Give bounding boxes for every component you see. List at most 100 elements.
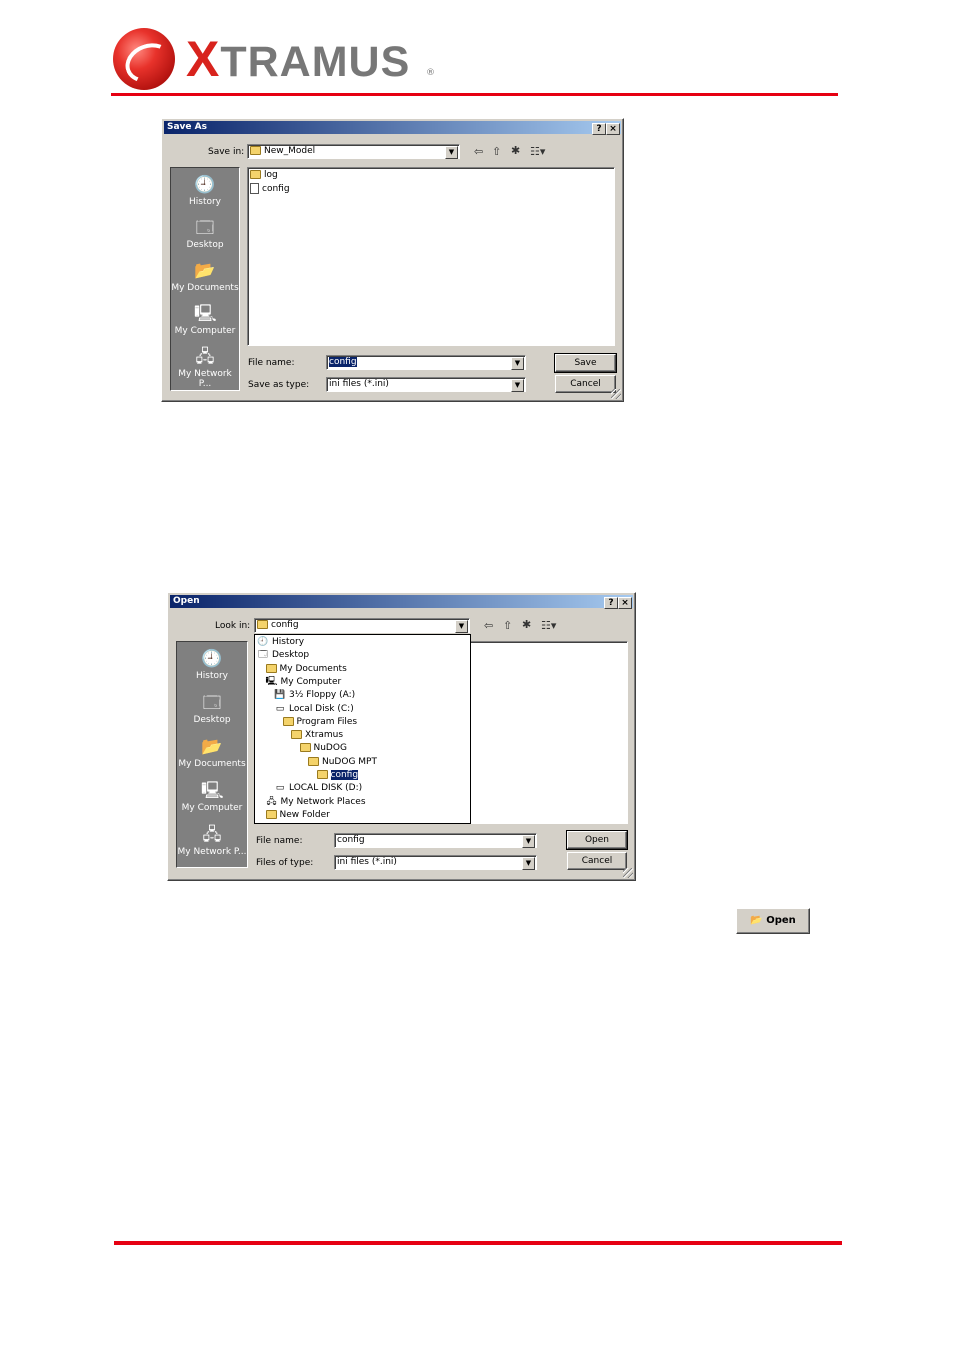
tree-item[interactable]: 🖳 My Computer — [266, 676, 342, 688]
tree-item[interactable]: My Documents — [265, 663, 347, 675]
close-button[interactable]: × — [618, 597, 632, 609]
file-name-value: config — [329, 357, 357, 367]
tree-item-label: LOCAL DISK (D:) — [289, 783, 363, 794]
place-desktop[interactable]: 🗔 Desktop — [171, 218, 239, 250]
list-item[interactable]: config — [250, 183, 290, 194]
file-name-input[interactable]: config ▼ — [334, 833, 537, 848]
place-network[interactable]: 🖧 My Network P... — [171, 347, 239, 389]
tree-item[interactable]: ▭ Local Disk (C:) — [274, 703, 354, 715]
tree-item[interactable]: 🗔 Desktop — [257, 649, 309, 661]
open-toolbar-button-label: Open — [766, 915, 796, 926]
look-in-dropdown[interactable]: 🕘 History 🗔 Desktop My Documents 🖳 My Computer… — [254, 634, 471, 824]
disk-icon: ▭ — [275, 783, 285, 794]
place-label: My Documents — [178, 759, 246, 769]
tree-item[interactable]: NuDOG MPT — [308, 756, 377, 768]
history-icon: 🕘 — [201, 649, 223, 669]
xtramus-logo-text: XTRAMUS — [186, 34, 411, 86]
file-name-label: File name: — [248, 358, 295, 368]
history-icon: 🕘 — [257, 637, 269, 647]
cancel-button[interactable]: Cancel — [567, 852, 627, 870]
place-my-computer[interactable]: 🖳 My Computer — [177, 781, 247, 813]
places-bar: 🕘 History 🗔 Desktop 📂 My Documents 🖳 My Comp… — [176, 641, 248, 868]
my-documents-icon: 📂 — [194, 261, 216, 281]
new-folder-icon[interactable]: ✱ — [522, 619, 531, 631]
open-dialog: Open ? × Look in: config ▼ ⇦ ⇧ ✱ ☷▾ 🕘 His… — [167, 592, 636, 881]
save-in-label: Save in: — [208, 147, 245, 157]
place-label: Desktop — [186, 240, 224, 250]
open-button[interactable]: Open — [566, 830, 628, 850]
place-my-computer[interactable]: 🖳 My Computer — [171, 304, 239, 336]
new-folder-icon[interactable]: ✱ — [511, 145, 520, 157]
tree-item[interactable]: Xtramus — [291, 729, 343, 741]
tree-item-label: NuDOG — [313, 743, 347, 754]
disk-icon: ▭ — [275, 703, 285, 714]
help-button[interactable]: ? — [592, 123, 606, 135]
list-item[interactable]: log — [250, 170, 278, 180]
place-history[interactable]: 🕘 History — [177, 649, 247, 681]
chevron-down-icon[interactable]: ▼ — [511, 357, 524, 370]
file-type-select[interactable]: ini files (*.ini) ▼ — [334, 855, 537, 870]
save-in-value: New_Model — [264, 146, 316, 156]
view-menu-icon[interactable]: ☷▾ — [530, 146, 545, 158]
save-in-combo[interactable]: New_Model ▼ — [247, 144, 460, 159]
registered-mark: ® — [426, 68, 435, 78]
chevron-down-icon[interactable]: ▼ — [522, 835, 535, 848]
save-button[interactable]: Save — [554, 353, 617, 373]
up-folder-icon[interactable]: ⇧ — [503, 620, 512, 632]
back-icon[interactable]: ⇦ — [474, 146, 483, 158]
tree-item[interactable]: config — [316, 769, 359, 781]
file-list[interactable]: log config — [247, 167, 615, 346]
tree-item[interactable]: New Folder — [265, 809, 330, 821]
view-menu-icon[interactable]: ☷▾ — [541, 620, 556, 632]
header-rule — [111, 93, 838, 96]
folder-icon — [250, 170, 261, 179]
save-as-title: Save As — [167, 122, 207, 132]
place-my-documents[interactable]: 📂 My Documents — [171, 261, 239, 293]
file-type-select[interactable]: ini files (*.ini) ▼ — [326, 377, 526, 392]
tree-item[interactable]: ▭ LOCAL DISK (D:) — [274, 782, 362, 794]
tree-item-label: NuDOG MPT — [322, 756, 377, 767]
desktop-icon: 🗔 — [202, 693, 222, 713]
document-icon — [250, 183, 259, 194]
tree-item[interactable]: 🕘 History — [257, 636, 304, 648]
brand-rest: TRAMUS — [220, 38, 411, 86]
place-label: My Computer — [181, 803, 243, 813]
look-in-combo[interactable]: config ▼ — [254, 618, 470, 633]
help-button[interactable]: ? — [604, 597, 618, 609]
history-icon: 🕘 — [194, 175, 216, 195]
place-desktop[interactable]: 🗔 Desktop — [177, 693, 247, 725]
save-as-dialog: Save As ? × Save in: New_Model ▼ ⇦ ⇧ ✱ ☷… — [161, 118, 624, 402]
cancel-button[interactable]: Cancel — [555, 375, 616, 393]
file-type-value: ini files (*.ini) — [329, 379, 389, 389]
place-label: Desktop — [193, 715, 231, 725]
network-icon: 🖧 — [195, 347, 215, 367]
back-icon[interactable]: ⇦ — [484, 620, 493, 632]
computer-icon: 🖳 — [194, 304, 217, 324]
folder-icon — [308, 756, 319, 766]
place-label: My Network P... — [177, 847, 247, 857]
tree-item[interactable]: 💾 3½ Floppy (A:) — [274, 689, 355, 701]
close-button[interactable]: × — [606, 123, 620, 135]
place-history[interactable]: 🕘 History — [171, 175, 239, 207]
place-network[interactable]: 🖧 My Network P... — [177, 825, 247, 857]
resize-grip-icon[interactable] — [623, 868, 633, 878]
open-toolbar-button[interactable]: 📂 Open — [736, 908, 810, 934]
chevron-down-icon[interactable]: ▼ — [511, 379, 524, 392]
tree-item[interactable]: Program Files — [282, 716, 357, 728]
chevron-down-icon[interactable]: ▼ — [455, 620, 468, 633]
open-titlebar: Open ? × — [170, 595, 633, 609]
file-type-label: Save as type: — [248, 380, 310, 390]
tree-item-label: Local Disk (C:) — [289, 703, 354, 714]
up-folder-icon[interactable]: ⇧ — [492, 146, 501, 158]
chevron-down-icon[interactable]: ▼ — [522, 857, 535, 870]
chevron-down-icon[interactable]: ▼ — [445, 146, 458, 159]
file-name-input[interactable]: config ▼ — [326, 355, 526, 370]
tree-item[interactable]: 🖧 My Network Places — [266, 796, 365, 808]
folder-icon — [250, 146, 261, 155]
resize-grip-icon[interactable] — [611, 389, 621, 399]
place-label: History — [195, 671, 229, 681]
place-my-documents[interactable]: 📂 My Documents — [177, 737, 247, 769]
folder-icon — [265, 663, 277, 673]
tree-item[interactable]: NuDOG — [299, 742, 347, 754]
tree-item-label: config — [330, 770, 359, 780]
